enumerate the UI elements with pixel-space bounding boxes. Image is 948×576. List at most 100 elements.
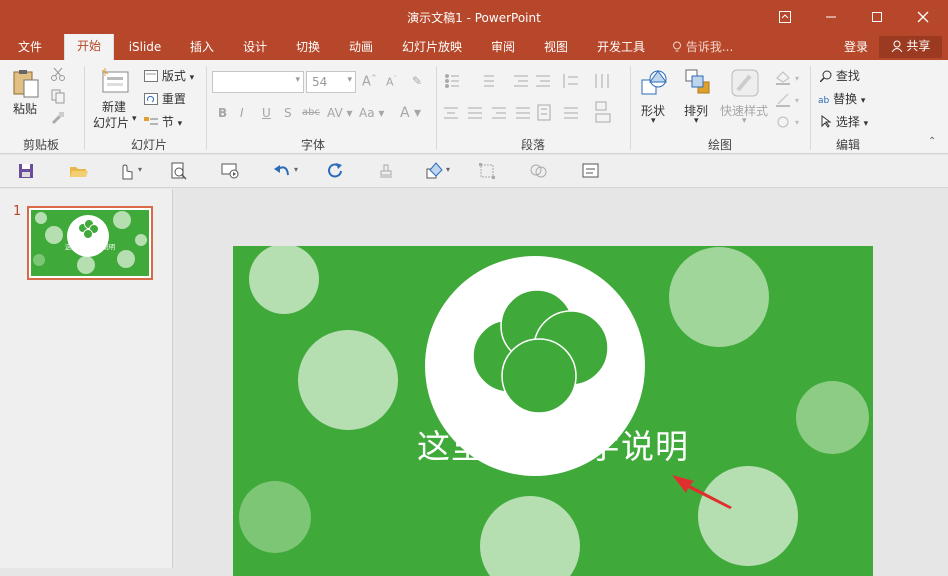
find-button[interactable]: 查找 [819,67,860,84]
maximize-button[interactable] [854,0,900,34]
bold-icon[interactable]: B [218,106,227,120]
login-link[interactable]: 登录 [838,38,874,60]
italic-icon[interactable]: I [240,106,244,120]
stamp-icon[interactable] [376,161,398,181]
ribbon: 粘贴 剪贴板 新建 幻灯片 ▾ 版式 ▾ 重置 节 ▾ 幻灯片 ▾ 54 ▾ A… [0,60,948,154]
redo-icon[interactable] [324,161,346,181]
tab-design[interactable]: 设计 [231,38,279,60]
select-label: 选择 [835,115,860,129]
collapse-ribbon-icon[interactable]: ⌃ [928,136,936,147]
tab-islide[interactable]: iSlide [120,38,170,60]
open-folder-icon[interactable] [68,161,90,181]
paste-icon [13,70,39,98]
decorative-circle [480,496,580,576]
arrange-icon [685,69,710,94]
tab-file[interactable]: 文件 [6,38,54,60]
grow-font-icon[interactable]: A^ [362,74,377,89]
lightbulb-icon [673,41,681,52]
divider [630,66,631,150]
chevron-down-icon[interactable]: ▾ [138,165,142,174]
select-button[interactable]: 选择 ▾ [820,113,868,130]
change-case-icon[interactable]: Aa ▾ [359,106,384,120]
tab-review[interactable]: 审阅 [479,38,527,60]
reset-icon [144,93,158,105]
tell-me-box[interactable]: 告诉我... [672,38,744,60]
chevron-down-icon: ▾ [295,75,300,85]
reset-button[interactable]: 重置 [144,90,186,107]
divider [810,66,811,150]
divider [206,66,207,150]
tab-view[interactable]: 视图 [532,38,580,60]
format-painter-icon[interactable] [50,110,66,126]
section-label: 节 [161,115,174,129]
touch-mode-icon[interactable] [116,161,138,181]
picture-icon[interactable] [580,161,602,181]
divider [84,66,85,150]
shape-format-controls-icon[interactable]: ▾ ▾ ▾ [774,68,804,130]
layout-button[interactable]: 版式 ▾ [144,67,194,84]
title-bar: 演示文稿1 - PowerPoint [0,0,948,34]
clear-formatting-icon[interactable]: ✎ [412,74,422,88]
underline-icon[interactable]: U [262,106,271,120]
chevron-down-icon[interactable]: ▾ [294,165,298,174]
tab-insert[interactable]: 插入 [178,38,226,60]
editing-group-label: 编辑 [835,138,860,152]
cut-icon[interactable] [50,66,66,82]
font-name-input[interactable]: ▾ [212,71,304,93]
shapes-button[interactable]: 形状 ▾ [636,66,674,132]
tab-transitions[interactable]: 切换 [284,38,332,60]
font-color-icon[interactable]: A ▾ [400,105,421,121]
ribbon-display-options-button[interactable] [762,0,808,34]
new-slide-icon [101,68,129,93]
quick-access-toolbar: ▾ ▾ ▾ [0,155,948,188]
slides-group-label: 幻灯片 [130,138,167,152]
print-preview-icon[interactable] [168,161,190,181]
minimize-button[interactable] [808,0,854,34]
undo-icon[interactable] [272,161,294,181]
copy-icon[interactable] [50,88,66,104]
chevron-down-icon: ▾ [651,116,656,126]
paragraph-controls-icon[interactable] [444,72,620,132]
tab-slideshow[interactable]: 幻灯片放映 [396,38,468,60]
slide-canvas[interactable]: 这里添加文字说明 [233,246,873,576]
section-button[interactable]: 节 ▾ [144,113,182,130]
decorative-circle [669,247,769,347]
paste-button[interactable]: 粘贴 [8,66,44,126]
clipboard-group-label: 剪贴板 [22,138,59,152]
save-icon[interactable] [16,161,38,181]
font-size-value: 54 [312,75,328,89]
new-slide-button[interactable]: 新建 幻灯片 ▾ [90,66,140,132]
quick-styles-button[interactable]: 快速样式 ▾ [718,66,770,132]
presentation-icon[interactable] [220,161,242,181]
svg-text:▾: ▾ [795,118,799,127]
chevron-down-icon: ▾ [863,119,869,129]
chevron-down-icon: ▾ [694,116,699,126]
slide-number: 1 [13,204,22,219]
shrink-font-icon[interactable]: Aˇ [386,75,397,89]
slide-caption-text[interactable]: 这里添加文字说明 [233,420,873,468]
chevron-down-icon[interactable]: ▾ [446,165,450,174]
svg-text:▾: ▾ [795,96,799,105]
paragraph-group-label: 段落 [520,138,545,152]
decorative-circle [239,481,311,553]
reset-label: 重置 [161,92,186,106]
cursor-icon [821,115,832,128]
arrange-button[interactable]: 排列 ▾ [680,66,716,132]
font-size-input[interactable]: 54 ▾ [306,71,356,93]
shapes-icon[interactable] [424,161,446,181]
quick-styles-icon [731,69,759,97]
tab-animations[interactable]: 动画 [337,38,385,60]
character-spacing-icon[interactable]: AV ▾ [327,106,353,120]
red-arrow-icon [672,475,732,509]
replace-button[interactable]: ab 替换 ▾ [818,90,865,107]
share-button[interactable]: 共享 [879,36,942,58]
tab-home[interactable]: 开始 [64,34,114,60]
close-button[interactable] [900,0,946,34]
group-objects-icon[interactable] [476,161,498,181]
shadow-icon[interactable]: S [284,106,292,120]
slide-thumbnail-1[interactable]: 这里添加文字说明 [27,206,153,280]
merge-shapes-icon[interactable] [528,161,550,181]
chevron-down-icon: ▾ [860,96,866,106]
tab-developer[interactable]: 开发工具 [590,38,652,60]
strikethrough-icon[interactable]: abc [302,107,320,118]
